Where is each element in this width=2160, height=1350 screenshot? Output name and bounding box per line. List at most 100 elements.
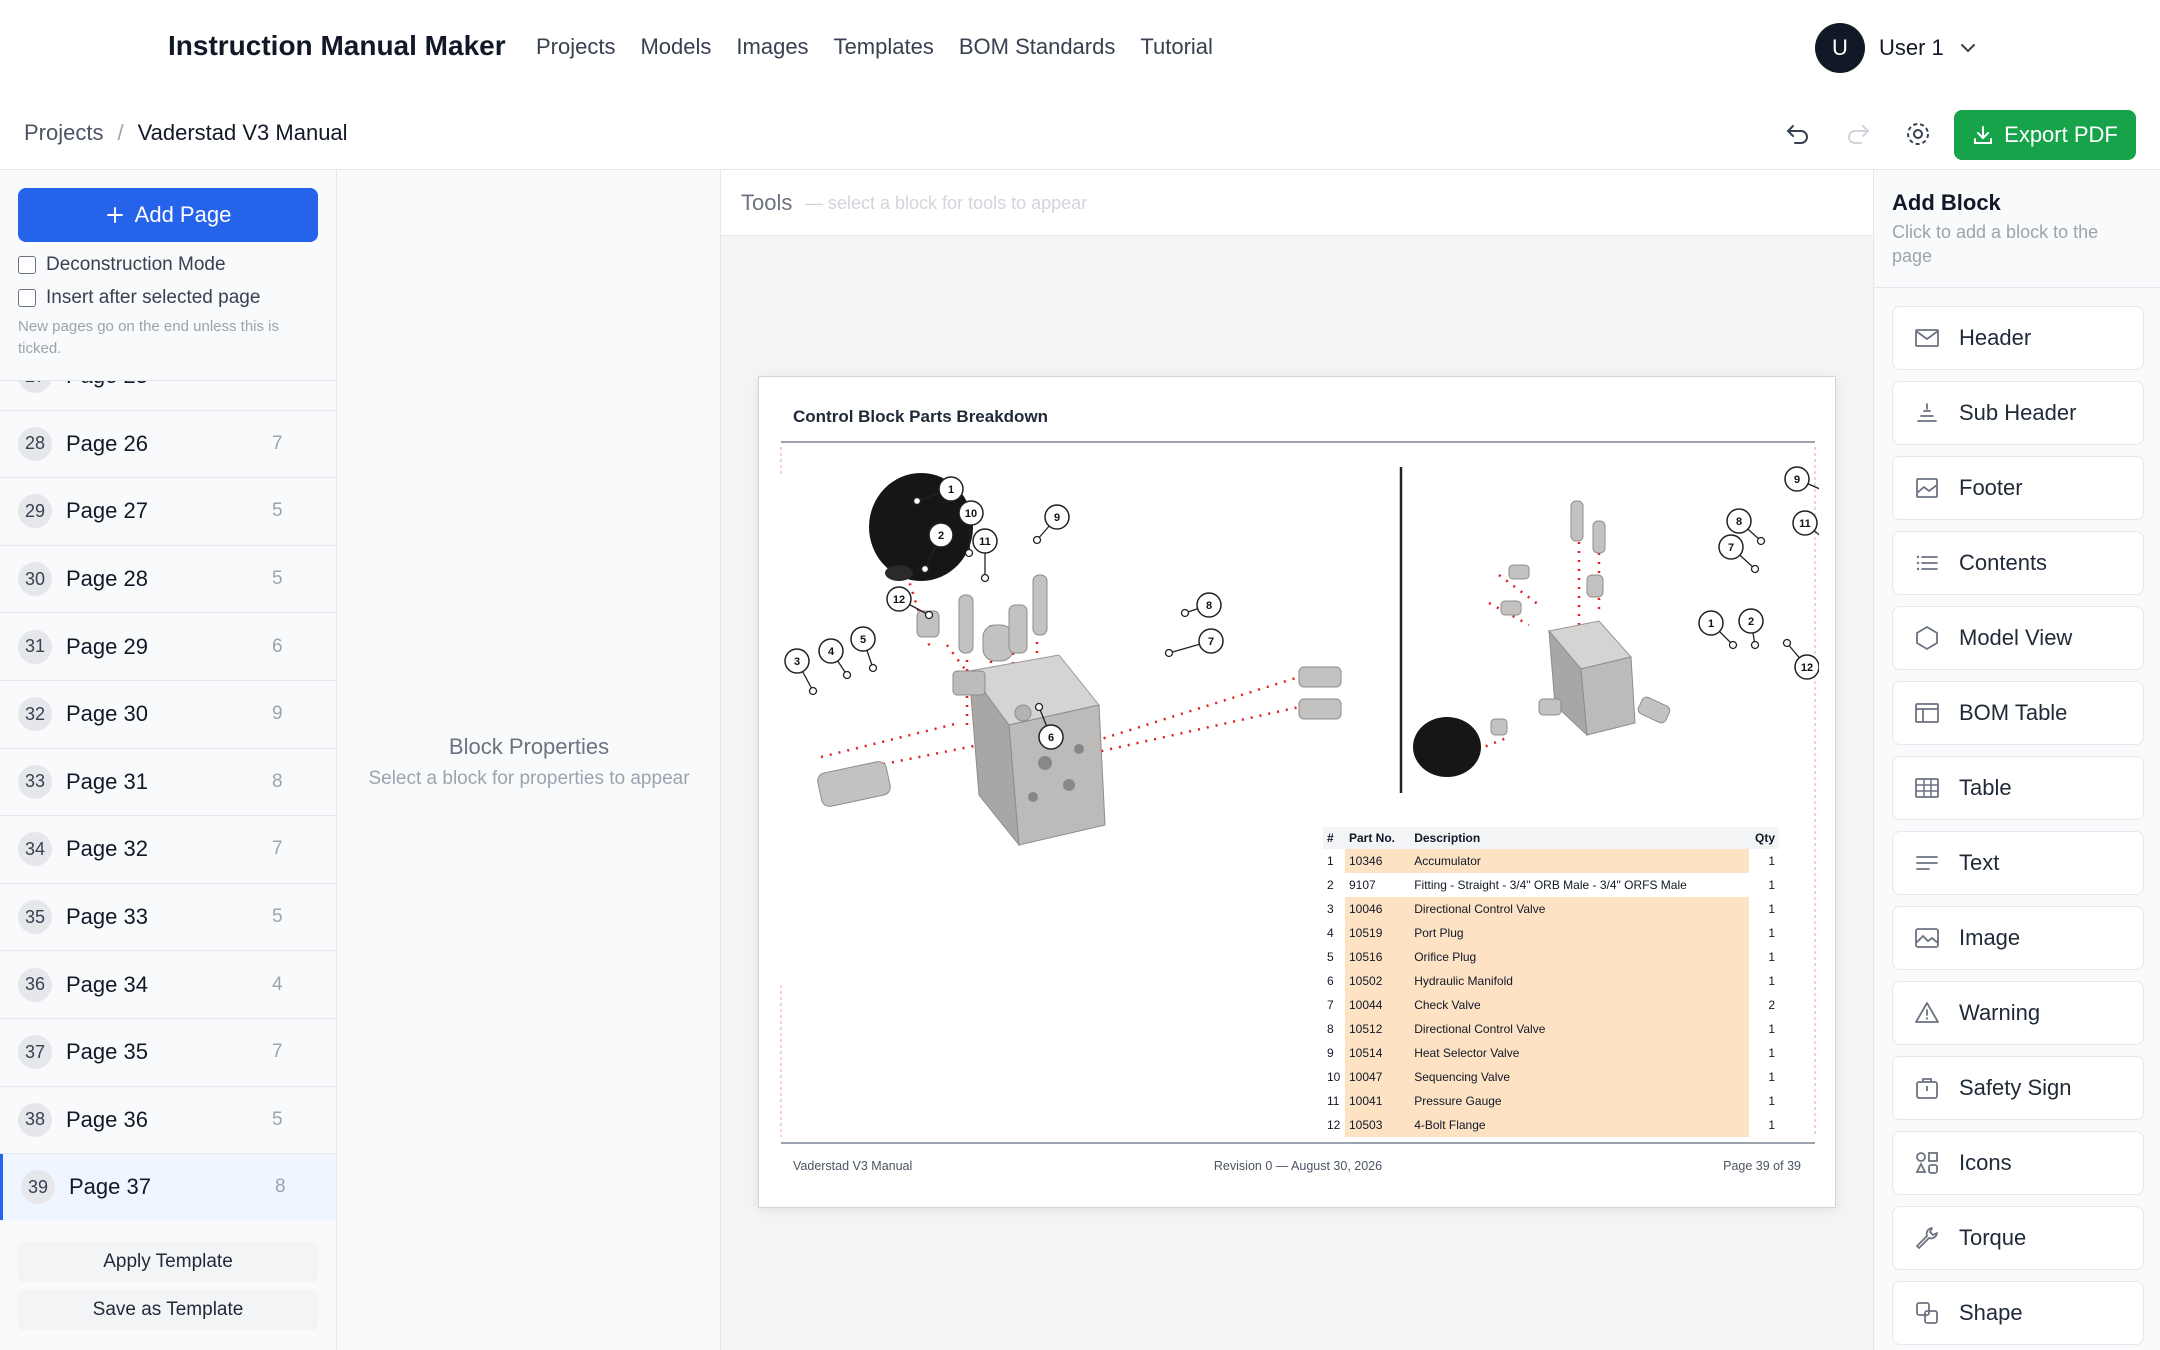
page-list-item[interactable]: 31 Page 29 6 [0,613,336,681]
add-safety-sign-block-button[interactable]: Safety Sign [1892,1056,2144,1120]
add-header-block-button[interactable]: Header [1892,306,2144,370]
avatar[interactable]: U [1815,23,1865,73]
undo-button[interactable] [1776,112,1820,156]
page-name: Page 27 [66,498,148,524]
settings-button[interactable] [1896,112,1940,156]
page-list-item[interactable]: 32 Page 30 9 [0,681,336,749]
page-list-item[interactable]: 30 Page 28 5 [0,546,336,614]
chevron-down-icon[interactable] [1958,38,1978,58]
page-list-item[interactable]: 27 Page 25 7 [0,381,336,411]
callout-label: 9 [1054,512,1060,524]
insert-hint: New pages go on the end unless this is t… [18,318,279,357]
add-shape-block-button[interactable]: Shape [1892,1281,2144,1345]
apply-template-button[interactable]: Apply Template [18,1242,318,1282]
bom-cell-qty: 1 [1768,1046,1775,1060]
add-text-block-button[interactable]: Text [1892,831,2144,895]
block-type-label: Contents [1959,550,2048,575]
add-block-panel: Add Block Click to add a block to the pa… [1873,170,2160,1350]
block-properties-panel: Block Properties Select a block for prop… [337,170,721,1350]
page-list-item[interactable]: 35 Page 33 5 [0,884,336,952]
bom-row: 12 10503 4-Bolt Flange 1 [1323,1113,1779,1137]
page-name: Page 30 [66,701,148,727]
block-type-label: Safety Sign [1959,1075,2072,1100]
shape-icon [1913,1299,1941,1327]
bom-cell-number: 3 [1327,902,1334,916]
user-name[interactable]: User 1 [1879,35,1944,61]
page-list-item[interactable]: 38 Page 36 5 [0,1087,336,1155]
page-number-badge: 27 [18,381,52,394]
bom-cell-qty: 1 [1768,1022,1775,1036]
add-icons-block-button[interactable]: Icons [1892,1131,2144,1195]
add-block-divider [1874,287,2160,288]
page-preview[interactable]: Control Block Parts Breakdown 1 2 3 4 5 … [758,376,1836,1208]
bom-cell-number: 8 [1327,1022,1334,1036]
bom-cell-qty: 1 [1768,878,1775,892]
nav-models[interactable]: Models [640,34,711,60]
bom-cell-part-no: 10502 [1345,969,1411,993]
add-torque-block-button[interactable]: Torque [1892,1206,2144,1270]
bom-cell-number: 2 [1327,878,1334,892]
page-header-title[interactable]: Control Block Parts Breakdown [793,407,1048,427]
bom-cell-part-no: 10519 [1345,921,1411,945]
footer-revision: Revision 0 — August 30, 2026 [1213,1159,1383,1173]
bom-cell-number: 1 [1327,854,1334,868]
header-divider [781,441,1815,443]
page-list-item[interactable]: 33 Page 31 8 [0,749,336,817]
add-page-button[interactable]: Add Page [18,188,318,242]
footer-icon [1913,474,1941,502]
add-footer-block-button[interactable]: Footer [1892,456,2144,520]
breadcrumb-projects[interactable]: Projects [24,120,103,146]
add-model-view-block-button[interactable]: Model View [1892,606,2144,670]
page-block-count: 6 [272,635,283,657]
left-exploded-view [817,473,1342,847]
nav-templates[interactable]: Templates [834,34,934,60]
callout-label: 1 [948,484,954,496]
deconstruction-mode-option[interactable]: Deconstruction Mode [18,254,226,276]
page-list-item[interactable]: 28 Page 26 7 [0,411,336,479]
tools-hint: — select a block for tools to appear [805,193,1088,213]
add-table-block-button[interactable]: Table [1892,756,2144,820]
nav-tutorial[interactable]: Tutorial [1140,34,1213,60]
save-as-template-button[interactable]: Save as Template [18,1290,318,1330]
bom-row: 4 10519 Port Plug 1 [1323,921,1779,945]
page-block-count: 5 [272,500,283,522]
add-warning-block-button[interactable]: Warning [1892,981,2144,1045]
bom-cell-description: Hydraulic Manifold [1410,969,1749,993]
bom-row: 5 10516 Orifice Plug 1 [1323,945,1779,969]
bom-cell-qty: 1 [1768,974,1775,988]
page-list-item[interactable]: 39 Page 37 8 [0,1154,336,1220]
deconstruction-mode-checkbox[interactable] [18,256,36,274]
insert-after-checkbox[interactable] [18,289,36,307]
block-type-label: Sub Header [1959,400,2077,425]
bom-cell-part-no: 9107 [1349,878,1376,892]
callout-label: 8 [1206,600,1212,612]
redo-button[interactable] [1836,112,1880,156]
export-pdf-button[interactable]: Export PDF [1954,110,2136,160]
nav-projects[interactable]: Projects [536,34,615,60]
page-list-item[interactable]: 37 Page 35 7 [0,1019,336,1087]
page-name: Page 28 [66,566,148,592]
page-block-count: 8 [272,770,283,792]
insert-after-option[interactable]: Insert after selected page [18,287,260,309]
add-sub-header-block-button[interactable]: Sub Header [1892,381,2144,445]
user-menu[interactable]: U User 1 [1815,23,1978,73]
page-list-item[interactable]: 29 Page 27 5 [0,478,336,546]
app-title[interactable]: Instruction Manual Maker [168,30,506,62]
add-contents-block-button[interactable]: Contents [1892,531,2144,595]
page-block-count: 5 [272,568,283,590]
download-icon [1974,126,1993,144]
page-list-item[interactable]: 34 Page 32 7 [0,816,336,884]
callout-label: 11 [979,536,991,548]
block-properties-hint: Select a block for properties to appear [368,768,690,789]
nav-bom-standards[interactable]: BOM Standards [959,34,1116,60]
breadcrumb-bar: Projects / Vaderstad V3 Manual Export PD… [0,96,2160,170]
bom-table[interactable]: # Part No. Description Qty 1 10346 Accumul… [1323,827,1779,1137]
safety-sign-icon [1913,1074,1941,1102]
add-block-hint: Click to add a block to the page [1892,222,2099,266]
page-list-item[interactable]: 36 Page 34 4 [0,951,336,1019]
callout-label: 10 [965,508,977,520]
nav-images[interactable]: Images [736,34,808,60]
page-list[interactable]: 27 Page 25 7 28 Page 26 7 29 Page 27 5 30 Page 28 5… [0,380,336,1220]
add-image-block-button[interactable]: Image [1892,906,2144,970]
add-bom-table-block-button[interactable]: BOM Table [1892,681,2144,745]
